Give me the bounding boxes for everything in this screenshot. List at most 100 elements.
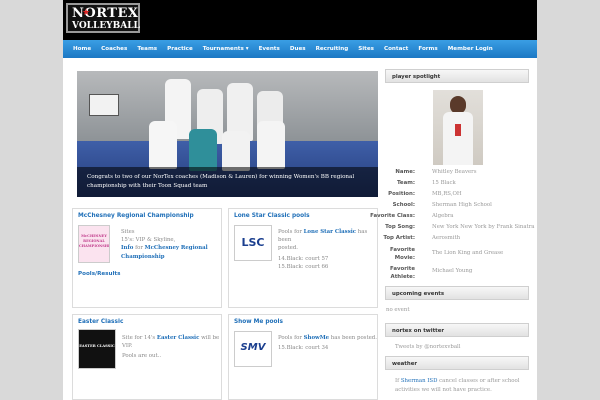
post-card: Show Me pools SMV Pools for ShowMe has b…	[228, 314, 378, 400]
site-logo[interactable]: NORTEX ★ VOLLEYBALL	[66, 3, 140, 33]
profile-row: School: Sherman High School	[385, 202, 529, 211]
profile-value: The Lion King and Grease	[432, 250, 504, 256]
info-link[interactable]: Info	[121, 245, 133, 251]
profile-value: Aerosmith	[432, 235, 461, 241]
post-line: 15.Black: court 34	[278, 345, 329, 352]
post-excerpt: Site for 14's Easter Classic will be VIP…	[122, 334, 219, 361]
twitter-heading: nortex on twitter	[385, 323, 529, 337]
post-title[interactable]: McChesney Regional Championship	[78, 213, 194, 219]
post-thumbnail[interactable]: McCHESNEY REGIONAL CHAMPIONSHIP	[78, 225, 110, 263]
profile-label: School:	[392, 202, 415, 208]
weather-text: If Sherman ISD cancel classes or after s…	[395, 377, 520, 395]
weather-heading: weather	[385, 356, 529, 370]
post-line: Championship	[121, 253, 208, 261]
post-line-text: Site for 14's	[122, 335, 157, 341]
nav-forms[interactable]: Forms	[418, 46, 437, 52]
hero-caption: Congrats to two of our NorTex coaches (M…	[77, 167, 378, 197]
profile-label: Top Song:	[385, 224, 415, 230]
photo-jersey	[443, 112, 473, 165]
post-line-text: Pools for	[278, 229, 304, 235]
nav-coaches[interactable]: Coaches	[101, 46, 127, 52]
profile-value: New York New York by Frank Sinatra	[432, 224, 535, 230]
profile-row: Favorite Athlete: Michael Young	[385, 265, 529, 281]
post-line: 14.Black: court 57	[278, 255, 329, 262]
showme-link[interactable]: ShowMe	[304, 335, 329, 341]
hero-team-photo-person	[189, 129, 217, 171]
nav-dues[interactable]: Dues	[290, 46, 306, 52]
profile-label: Position:	[388, 191, 415, 197]
post-line: Info for McChesney Regional	[121, 244, 208, 252]
mcchesney-link[interactable]: McChesney Regional	[145, 245, 208, 251]
nav-practice[interactable]: Practice	[167, 46, 193, 52]
post-line: Sites	[121, 229, 135, 235]
post-line-text: has been posted.	[329, 335, 377, 341]
profile-label: Favorite Movie:	[390, 247, 415, 261]
photo-jersey-number	[455, 124, 461, 136]
post-title[interactable]: Lone Star Classic pools	[234, 213, 310, 219]
profile-row: Name: Whitley Beavers	[385, 169, 529, 178]
profile-value: Sherman High School	[432, 202, 492, 208]
upcoming-events-heading: upcoming events	[385, 286, 529, 300]
post-title[interactable]: Easter Classic	[78, 319, 123, 325]
profile-row: Top Artist: Aerosmith	[383, 235, 529, 244]
nav-recruiting[interactable]: Recruiting	[316, 46, 349, 52]
nav-member-login[interactable]: Member Login	[448, 46, 493, 52]
easter-classic-link[interactable]: Easter Classic	[157, 335, 200, 341]
nav-events[interactable]: Events	[259, 46, 280, 52]
post-line: Pools are out..	[122, 353, 162, 360]
post-line: 15.Black: court 66	[278, 263, 329, 270]
post-excerpt: Pools for ShowMe has been posted. 15.Bla…	[278, 334, 377, 352]
weather-line: If Sherman ISD cancel classes or after s…	[395, 377, 520, 386]
post-thumbnail[interactable]: EASTER CLASSIC	[78, 329, 116, 369]
weather-line: activities we will not have practice.	[395, 387, 492, 393]
post-line-text: will be	[199, 335, 220, 341]
sherman-isd-link[interactable]: Sherman ISD	[401, 378, 438, 384]
thumbnail-text: LSC	[241, 236, 265, 249]
hero-caption-line1: Congrats to two of our NorTex coaches (M…	[87, 174, 355, 180]
hero-team-photo-person	[222, 131, 250, 171]
texas-star-icon: ★	[82, 8, 91, 18]
post-card: Easter Classic EASTER CLASSIC Site for 1…	[72, 314, 222, 400]
profile-row: Favorite Movie: The Lion King and Grease	[385, 246, 529, 262]
profile-value: 15 Black	[432, 180, 456, 186]
profile-label: Team:	[396, 180, 415, 186]
nav-contact[interactable]: Contact	[384, 46, 408, 52]
hero-slideshow[interactable]: Congrats to two of our NorTex coaches (M…	[77, 71, 378, 197]
nav-tournaments[interactable]: Tournaments ▾	[203, 46, 249, 52]
profile-value: MB,RS,OH	[432, 191, 462, 197]
profile-label: Name:	[395, 169, 415, 175]
player-spotlight-heading: player spotlight	[385, 69, 529, 83]
hero-caption-line2: championship with their Toon Squad team	[87, 183, 208, 189]
post-line: VIP.	[122, 343, 133, 350]
profile-row: Position: MB,RS,OH	[385, 191, 529, 200]
player-photo	[433, 90, 483, 165]
profile-label: Favorite Class:	[370, 213, 415, 219]
profile-value: Whitley Beavers	[432, 169, 477, 175]
post-line: Pools for ShowMe has been posted.	[278, 334, 377, 342]
profile-value: Algebra	[432, 213, 454, 219]
hero-team-photo-person	[149, 121, 177, 169]
twitter-feed-link[interactable]: Tweets by @nortexvball	[395, 344, 461, 350]
profile-label: Top Artist:	[383, 235, 415, 241]
profile-row: Favorite Class: Algebra	[370, 213, 529, 222]
profile-row: Team: 15 Black	[385, 180, 529, 189]
upcoming-events-text: no event	[386, 307, 410, 313]
hero-team-photo-person	[257, 121, 285, 169]
thumbnail-text: SMV	[240, 342, 266, 353]
nav-home[interactable]: Home	[73, 46, 91, 52]
post-thumbnail[interactable]: LSC	[234, 225, 272, 261]
nav-sites[interactable]: Sites	[358, 46, 374, 52]
pools-results-link[interactable]: Pools/Results	[78, 271, 120, 277]
profile-value: Michael Young	[432, 268, 473, 274]
mcchesney-link-cont[interactable]: Championship	[121, 254, 165, 260]
main-navigation: Home Coaches Teams Practice Tournaments …	[63, 40, 537, 58]
profile-row: Top Song: New York New York by Frank Sina…	[385, 224, 534, 233]
post-title[interactable]: Show Me pools	[234, 319, 283, 325]
lone-star-link[interactable]: Lone Star Classic	[304, 229, 356, 235]
post-line-text: Pools for	[278, 335, 304, 341]
post-thumbnail[interactable]: SMV	[234, 331, 272, 367]
nav-teams[interactable]: Teams	[137, 46, 157, 52]
post-card: Lone Star Classic pools LSC Pools for Lo…	[228, 208, 378, 308]
post-line: 15's: VIP & Skyline,	[121, 237, 176, 244]
post-line-text: for	[133, 245, 145, 252]
